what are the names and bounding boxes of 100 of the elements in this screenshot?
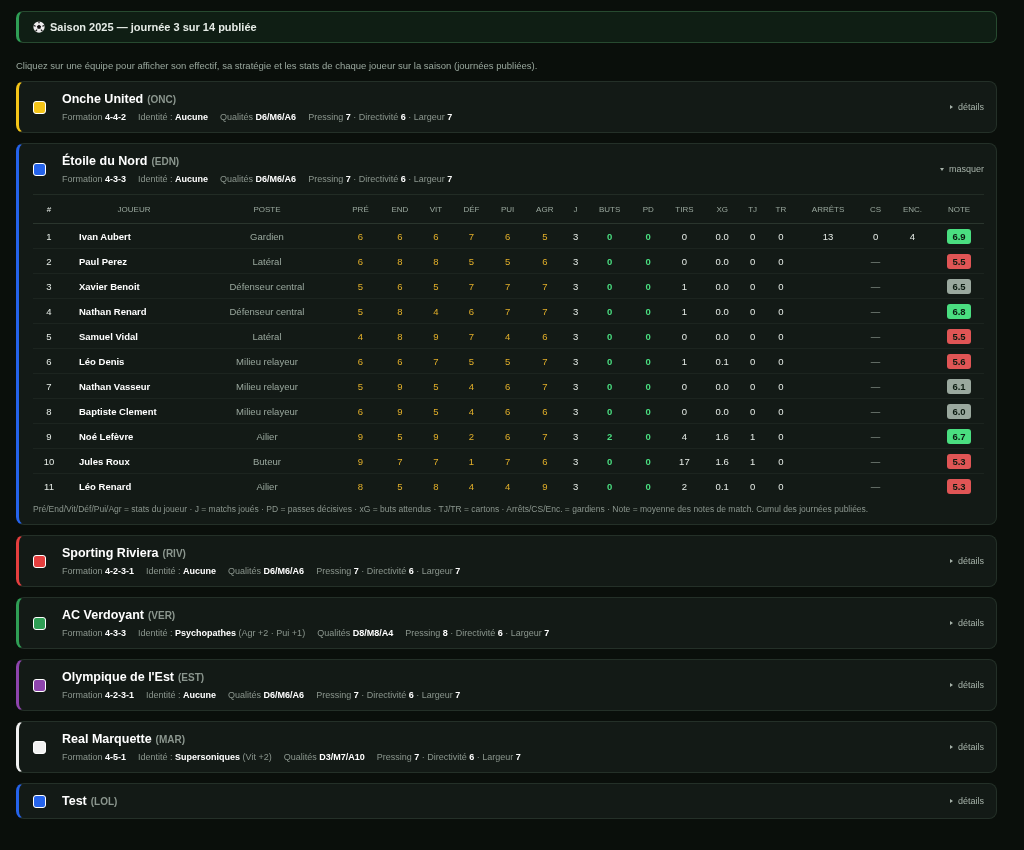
toggle-details-button[interactable]: détails — [950, 680, 984, 690]
stat-value: 0 — [645, 355, 651, 367]
team-attribute: Identité : Supersoniques (Vit +2) — [138, 752, 272, 762]
position: Gardien — [250, 230, 284, 242]
team-attribute: Identité : Aucune — [146, 566, 217, 576]
empty-value: — — [870, 430, 881, 442]
team-attribute: Pressing 7 · Directivité 6 · Largeur 7 — [316, 566, 461, 576]
stat-value: 0 — [645, 280, 651, 292]
player-name: Noé Lefèvre — [79, 430, 134, 442]
stat-value: 5 — [468, 255, 475, 267]
stat-value: 4 — [357, 330, 364, 342]
team-card[interactable]: Real Marquette (MAR) Formation 4-5-1 Identité : Supersoniques (Vit +2) Qualités D3/M7/A10 Pressing 7 · Directivité 6 · Largeur 7 détails — [16, 721, 997, 773]
stat-value: 7 — [542, 280, 548, 292]
team-attribute: Formation 4-3-3 — [62, 174, 127, 184]
stat-value: 6 — [504, 430, 511, 442]
team-card[interactable]: Olympique de l'Est (EST) Formation 4-2-3-1 Identité : Aucune Qualités D6/M6/A6 Pressing 7 · Directivité 6 · Largeur 7 détails — [16, 659, 997, 711]
row-number: 11 — [44, 480, 54, 492]
empty-value: — — [870, 280, 881, 292]
stat-value: 5 — [504, 355, 511, 367]
stat-value: 2 — [681, 480, 688, 492]
stat-value: 7 — [468, 230, 475, 242]
toggle-details-button[interactable]: détails — [950, 556, 984, 566]
stat-value: 0.0 — [715, 305, 729, 317]
toggle-details-button[interactable]: détails — [950, 618, 984, 628]
stat-value: 5 — [433, 280, 439, 292]
toggle-details-button[interactable]: masquer — [940, 164, 984, 174]
position: Latéral — [252, 255, 282, 267]
stat-value: 5 — [357, 380, 364, 392]
team-card[interactable] — [16, 143, 997, 525]
position: Ailier — [256, 430, 278, 442]
team-name: Étoile du Nord — [62, 154, 148, 168]
stat-value: 2 — [468, 430, 475, 442]
stat-value: 7 — [468, 330, 475, 342]
stat-value: 6 — [504, 230, 511, 242]
stat-value: 17 — [679, 455, 690, 467]
stat-value: 7 — [397, 455, 403, 467]
stat-value: 0 — [749, 305, 756, 317]
column-header: POSTE — [193, 194, 341, 224]
stat-value: 0 — [645, 230, 651, 242]
rating-badge: 6.5 — [947, 278, 971, 294]
stat-value: 3 — [572, 380, 579, 392]
toggle-details-button[interactable]: détails — [950, 102, 984, 112]
stat-value: 0 — [606, 380, 613, 392]
team-code: (EST) — [178, 672, 205, 683]
stat-value: 7 — [542, 305, 548, 317]
team-code: (VER) — [147, 610, 176, 621]
stat-value: 9 — [542, 480, 548, 492]
stat-value: 4 — [468, 480, 475, 492]
empty-value: — — [870, 305, 881, 317]
team-attribute: Identité : Psychopathes (Agr +2 · Pui +1) — [138, 628, 306, 638]
team-card[interactable]: Sporting Riviera (RIV) Formation 4-2-3-1 Identité : Aucune Qualités D6/M6/A6 Pressing 7 · Directivité 6 · Largeur 7 détails — [16, 535, 997, 587]
stat-value: 0 — [606, 355, 613, 367]
stat-value: 0.0 — [715, 280, 729, 292]
stat-value: 6 — [357, 355, 364, 367]
stat-value: 0 — [606, 305, 613, 317]
stat-value: 0 — [681, 380, 688, 392]
stat-value: 5 — [433, 380, 439, 392]
stat-value: 0 — [645, 430, 651, 442]
season-title: Saison 2025 — journée 3 sur 14 publiée — [50, 21, 257, 33]
stat-value: 7 — [504, 305, 511, 317]
stat-value: 0 — [606, 405, 613, 417]
rating-badge: 6.9 — [947, 228, 971, 244]
team-card[interactable]: Test (LOL) détails — [16, 783, 997, 819]
stat-value: 8 — [433, 480, 439, 492]
team-card[interactable]: AC Verdoyant (VER) Formation 4-3-3 Identité : Psychopathes (Agr +2 · Pui +1) Qualités D8/M8/A4 Pressing 8 · Directivité 6 · Largeur 7 détails — [16, 597, 997, 649]
column-header: PD — [633, 194, 664, 224]
stat-value: 9 — [397, 405, 403, 417]
toggle-details-button[interactable]: détails — [950, 796, 984, 806]
column-header: TIRS — [663, 194, 706, 224]
player-name: Ivan Aubert — [79, 230, 131, 242]
position: Milieu relayeur — [236, 405, 298, 417]
team-name: Real Marquette — [62, 732, 152, 746]
column-header: CS — [860, 194, 891, 224]
team-code: (MAR) — [155, 734, 186, 745]
team-card[interactable]: Onche United (ONC) Formation 4-4-2 Identité : Aucune Qualités D6/M6/A6 Pressing 7 · Directivité 6 · Largeur 7 détails — [16, 81, 997, 133]
stat-value: 1 — [749, 455, 756, 467]
team-attribute: Identité : Aucune — [138, 112, 209, 122]
team-name: Test — [62, 794, 87, 808]
stat-value: 13 — [822, 230, 834, 242]
rating-badge: 6.8 — [947, 303, 971, 319]
team-attribute: Qualités D6/M6/A6 — [220, 112, 297, 122]
stat-value: 9 — [433, 430, 439, 442]
row-number: 8 — [46, 405, 52, 417]
stat-value: 3 — [572, 355, 579, 367]
stat-value: 0 — [749, 355, 756, 367]
stat-value: 0 — [778, 280, 784, 292]
stat-value: 6 — [397, 280, 403, 292]
stat-value: 0 — [645, 255, 651, 267]
toggle-details-button[interactable]: détails — [950, 742, 984, 752]
stat-value: 0 — [778, 430, 784, 442]
row-number: 10 — [43, 455, 55, 467]
player-name: Nathan Vasseur — [79, 380, 151, 392]
stat-value: 0 — [645, 330, 651, 342]
position: Buteur — [253, 455, 281, 467]
stat-value: 6 — [397, 355, 403, 367]
rating-badge: 5.5 — [947, 328, 971, 344]
stat-value: 6 — [468, 305, 475, 317]
team-name: Sporting Riviera — [62, 546, 159, 560]
team-attribute: Identité : Aucune — [138, 174, 209, 184]
team-attribute: Formation 4-3-3 — [62, 628, 127, 638]
